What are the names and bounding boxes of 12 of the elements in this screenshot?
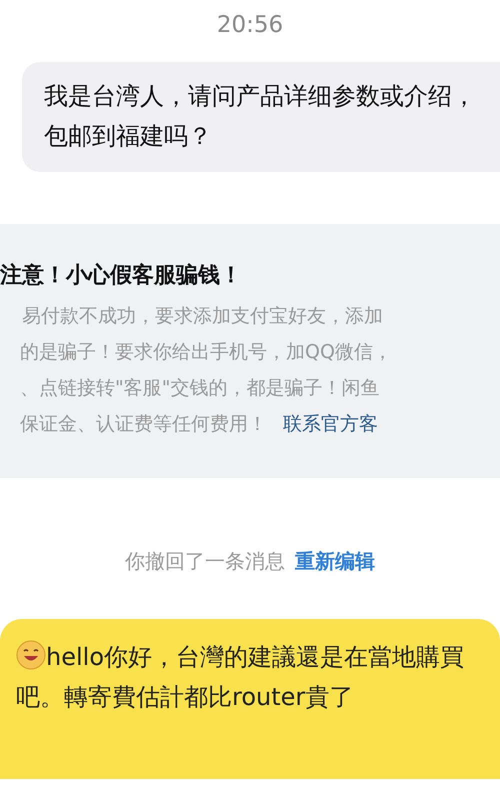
smiley-icon [16, 640, 46, 670]
warning-text: 、点链接转"客服"交钱的，都是骗子！闲鱼 [19, 376, 380, 401]
warning-title: 注意！小心假客服骗钱！ [0, 262, 243, 290]
message-bubble: 我是台湾人，请问产品详细参数或介绍，包邮到福建吗？ [22, 62, 500, 172]
recall-notice: 你撤回了一条消息 [125, 549, 285, 573]
warning-text: 保证金、认证费等任何费用！ [20, 412, 267, 437]
re-edit-link[interactable]: 重新编辑 [295, 549, 375, 573]
warning-text: 易付款不成功，要求添加支付宝好友，添加 [21, 304, 384, 329]
message-bubble: hello你好，台灣的建議還是在當地購買吧。轉寄費估計都比router貴了 [0, 619, 500, 779]
warning-text: 的是骗子！要求你给出手机号，加QQ微信， [19, 340, 393, 365]
timestamp: 20:56 [216, 11, 284, 40]
contact-support-link[interactable]: 联系官方客 [283, 406, 378, 442]
